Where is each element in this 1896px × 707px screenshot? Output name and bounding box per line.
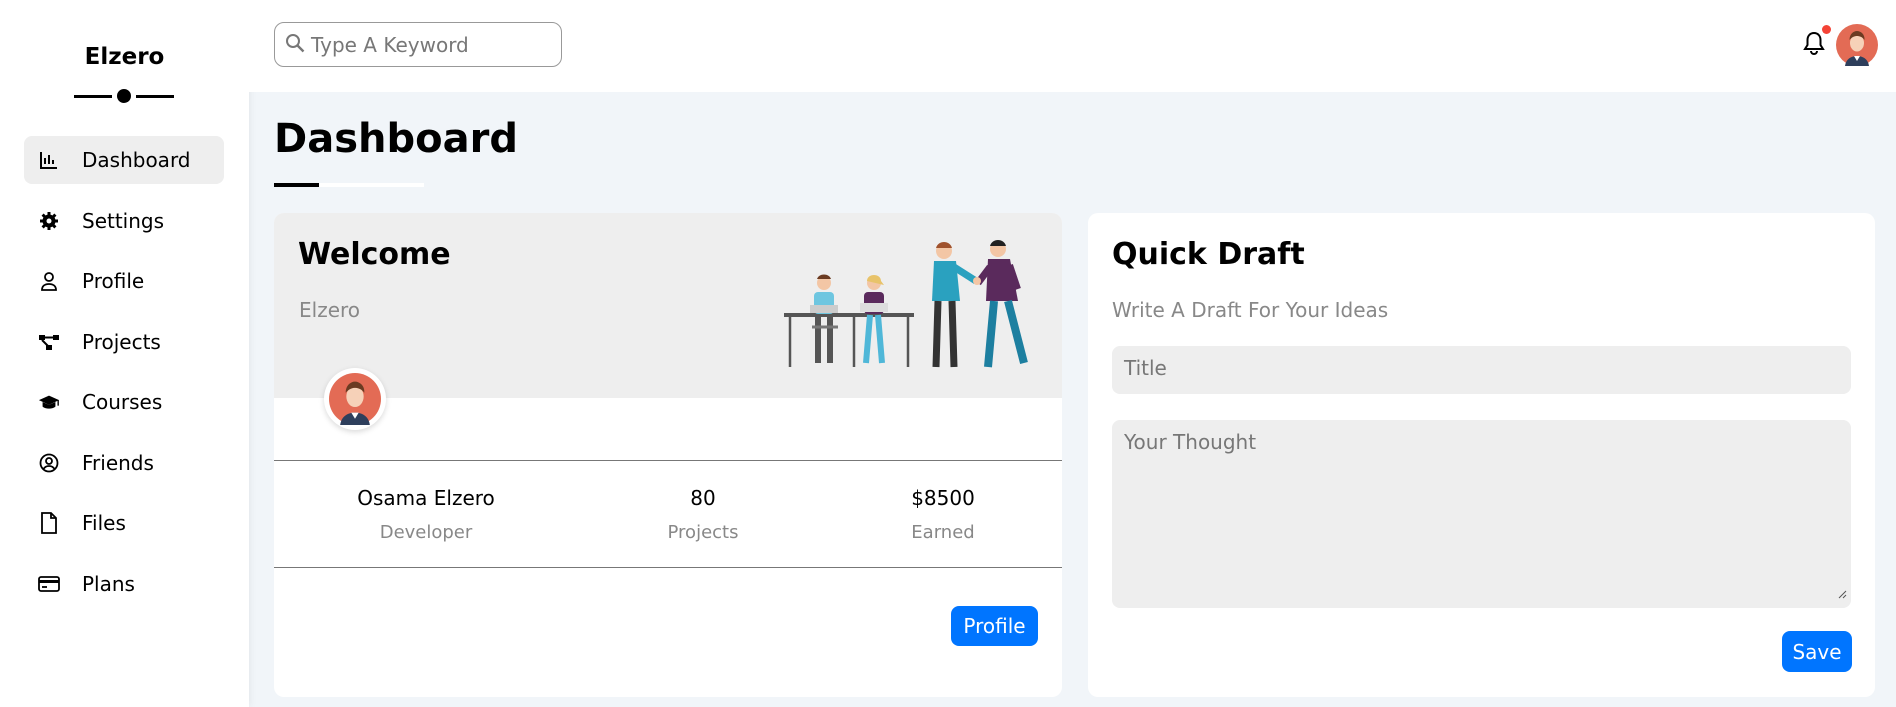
sidebar-item-label: Settings: [82, 208, 165, 233]
diagram-icon: [38, 331, 60, 353]
draft-title-placeholder: Title: [1124, 356, 1167, 380]
draft-subtitle: Write A Draft For Your Ideas: [1112, 298, 1389, 322]
draft-title: Quick Draft: [1112, 237, 1305, 272]
draft-title-input[interactable]: Title: [1112, 346, 1851, 394]
sidebar-item-label: Plans: [82, 571, 135, 596]
welcome-stats: Osama Elzero Developer 80 Projects $8500…: [274, 460, 1062, 568]
brand-underline: [74, 89, 174, 103]
notification-badge: [1822, 25, 1831, 34]
sidebar-item-friends[interactable]: Friends: [24, 439, 224, 487]
brand-name: Elzero: [84, 44, 165, 70]
credit-card-icon: [38, 573, 60, 595]
sidebar-item-label: Friends: [82, 450, 154, 475]
stat-label: Developer: [379, 522, 473, 543]
welcome-header: Welcome Elzero: [274, 213, 1062, 398]
sidebar-item-settings[interactable]: Settings: [24, 197, 224, 245]
gear-icon: [38, 210, 60, 232]
sidebar-item-label: Projects: [82, 329, 161, 354]
title-underline: [274, 183, 424, 187]
user-avatar[interactable]: [1836, 24, 1878, 66]
sidebar: Elzero Dashboard Settings Profile Projec…: [0, 0, 249, 707]
welcome-widget: Welcome Elzero Osama Elzero Developer 80…: [274, 213, 1062, 697]
draft-thought-placeholder: Your Thought: [1124, 430, 1257, 454]
search-placeholder: Type A Keyword: [311, 32, 469, 57]
sidebar-item-label: Dashboard: [82, 148, 191, 172]
sidebar-item-label: Files: [82, 511, 126, 535]
stat-value: Osama Elzero: [357, 486, 495, 510]
page-title: Dashboard: [274, 116, 518, 162]
chart-icon: [38, 149, 60, 171]
welcome-title: Welcome: [298, 237, 451, 272]
stat-label: Projects: [667, 522, 739, 543]
sidebar-item-courses[interactable]: Courses: [24, 378, 224, 426]
sidebar-item-dashboard[interactable]: Dashboard: [24, 136, 224, 184]
sidebar-item-files[interactable]: Files: [24, 499, 224, 547]
stat-earned: $8500 Earned: [843, 486, 1043, 543]
file-icon: [38, 512, 60, 534]
welcome-avatar: [324, 368, 386, 430]
sidebar-item-profile[interactable]: Profile: [24, 257, 224, 305]
sidebar-item-label: Profile: [82, 269, 145, 293]
stat-name: Osama Elzero Developer: [326, 486, 526, 543]
search-input[interactable]: Type A Keyword: [274, 22, 562, 67]
stat-value: $8500: [911, 486, 975, 510]
sidebar-item-plans[interactable]: Plans: [24, 560, 224, 608]
stat-label: Earned: [911, 522, 975, 543]
resize-handle-icon[interactable]: [1837, 580, 1847, 604]
sidebar-item-label: Courses: [82, 390, 163, 414]
sidebar-item-projects[interactable]: Projects: [24, 318, 224, 366]
draft-thought-textarea[interactable]: Your Thought: [1112, 420, 1851, 608]
top-bar: Type A Keyword: [249, 0, 1896, 92]
stat-projects: 80 Projects: [603, 486, 803, 543]
search-icon: [285, 33, 305, 57]
profile-button[interactable]: Profile: [951, 606, 1038, 646]
user-icon: [38, 270, 60, 292]
welcome-subtitle: Elzero: [299, 298, 361, 322]
save-button[interactable]: Save: [1782, 631, 1852, 672]
sidebar-nav: Dashboard Settings Profile Projects Cour…: [24, 136, 224, 620]
quick-draft-widget: Quick Draft Write A Draft For Your Ideas…: [1088, 213, 1875, 697]
user-circle-icon: [38, 452, 60, 474]
team-illustration: [784, 235, 1044, 389]
stat-value: 80: [690, 486, 716, 510]
notification-bell-icon[interactable]: [1802, 25, 1831, 60]
graduation-cap-icon: [38, 391, 60, 413]
